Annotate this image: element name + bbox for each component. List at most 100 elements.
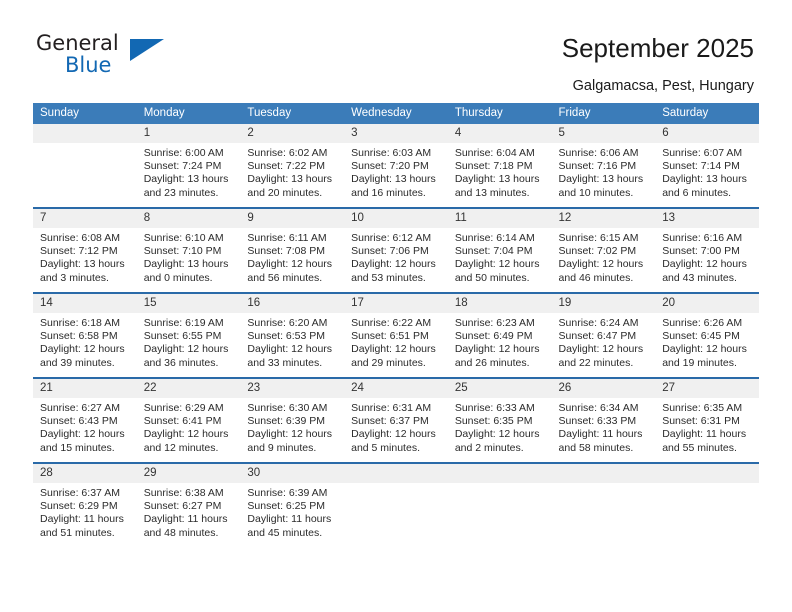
day-details: Sunrise: 6:10 AM Sunset: 7:10 PM Daylight:…	[137, 228, 241, 285]
calendar-table: Sunday Monday Tuesday Wednesday Thursday…	[33, 103, 759, 547]
calendar-day-cell[interactable]: 4 Sunrise: 6:04 AM Sunset: 7:18 PM Daylight…	[447, 124, 552, 208]
calendar-day-cell[interactable]: 14 Sunrise: 6:18 AM Sunset: 6:58 PM Dayligh…	[33, 292, 137, 378]
day-details: Sunrise: 6:08 AM Sunset: 7:12 PM Daylight:…	[33, 228, 137, 285]
calendar-empty-cell	[551, 462, 656, 547]
daylight-text-line2: and 29 minutes.	[351, 356, 426, 369]
sunset-text: Sunset: 6:41 PM	[143, 415, 222, 428]
sunrise-text: Sunrise: 6:27 AM	[40, 402, 120, 414]
calendar-day-cell[interactable]: 25 Sunrise: 6:33 AM Sunset: 6:35 PM Dayligh…	[447, 377, 552, 463]
sunrise-text: Sunrise: 6:39 AM	[247, 487, 328, 499]
calendar-day-cell[interactable]: 12 Sunrise: 6:15 AM Sunset: 7:02 PM Dayligh…	[551, 207, 656, 293]
calendar-week-row: 1 Sunrise: 6:00 AM Sunset: 7:24 PM Daylight…	[33, 124, 759, 208]
general-blue-logo[interactable]: General Blue	[36, 33, 186, 89]
calendar-day-cell[interactable]: 28 Sunrise: 6:37 AM Sunset: 6:29 PM Dayligh…	[33, 462, 137, 547]
daylight-text-line2: and 2 minutes.	[454, 441, 524, 454]
day-number: 6	[655, 124, 759, 143]
calendar-day-cell[interactable]: 30 Sunrise: 6:39 AM Sunset: 6:25 PM Dayligh…	[240, 462, 345, 547]
day-number	[344, 464, 448, 483]
sunrise-text: Sunrise: 6:23 AM	[454, 317, 535, 329]
sunset-text: Sunset: 7:16 PM	[558, 160, 637, 173]
calendar-day-cell[interactable]: 26 Sunrise: 6:34 AM Sunset: 6:33 PM Dayligh…	[551, 377, 656, 463]
calendar-day-cell[interactable]: 27 Sunrise: 6:35 AM Sunset: 6:31 PM Dayligh…	[655, 377, 759, 463]
day-details: Sunrise: 6:38 AM Sunset: 6:27 PM Daylight:…	[137, 483, 241, 540]
calendar-day-cell[interactable]: 15 Sunrise: 6:19 AM Sunset: 6:55 PM Dayligh…	[136, 292, 241, 378]
calendar-day-cell[interactable]: 21 Sunrise: 6:27 AM Sunset: 6:43 PM Dayligh…	[33, 377, 137, 463]
sunset-text: Sunset: 6:45 PM	[662, 330, 740, 343]
sunset-text: Sunset: 7:10 PM	[143, 245, 222, 258]
calendar-day-cell[interactable]: 7 Sunrise: 6:08 AM Sunset: 7:12 PM Daylight…	[33, 207, 137, 293]
daylight-text-line2: and 3 minutes.	[40, 271, 109, 284]
calendar-page: General Blue September 2025 Galgamacsa, …	[0, 0, 792, 612]
weekday-header-wednesday: Wednesday	[344, 103, 448, 124]
calendar-week-row: 14 Sunrise: 6:18 AM Sunset: 6:58 PM Dayligh…	[33, 292, 759, 378]
sunset-text: Sunset: 6:58 PM	[40, 330, 118, 343]
calendar-day-cell[interactable]: 29 Sunrise: 6:38 AM Sunset: 6:27 PM Dayligh…	[136, 462, 241, 547]
day-number: 17	[344, 294, 448, 313]
page-header: General Blue September 2025 Galgamacsa, …	[0, 0, 792, 95]
calendar-day-cell[interactable]: 13 Sunrise: 6:16 AM Sunset: 7:00 PM Dayligh…	[655, 207, 759, 293]
sunset-text: Sunset: 6:39 PM	[247, 415, 326, 428]
sunset-text: Sunset: 7:02 PM	[558, 245, 637, 258]
day-details: Sunrise: 6:19 AM Sunset: 6:55 PM Daylight:…	[137, 313, 241, 370]
calendar-day-cell[interactable]: 5 Sunrise: 6:06 AM Sunset: 7:16 PM Daylight…	[551, 124, 656, 208]
day-number: 16	[240, 294, 345, 313]
day-details: Sunrise: 6:12 AM Sunset: 7:06 PM Daylight:…	[344, 228, 448, 285]
calendar-day-cell[interactable]: 17 Sunrise: 6:22 AM Sunset: 6:51 PM Dayligh…	[344, 292, 448, 378]
day-number: 8	[136, 209, 241, 228]
sunrise-text: Sunrise: 6:31 AM	[351, 402, 432, 414]
calendar-day-cell[interactable]: 8 Sunrise: 6:10 AM Sunset: 7:10 PM Daylight…	[136, 207, 241, 293]
day-number: 3	[344, 124, 448, 143]
calendar-header-row: Sunday Monday Tuesday Wednesday Thursday…	[33, 103, 759, 124]
calendar-day-cell[interactable]: 6 Sunrise: 6:07 AM Sunset: 7:14 PM Daylight…	[655, 124, 759, 208]
daylight-text-line1: Daylight: 12 hours	[662, 343, 747, 356]
calendar-day-cell[interactable]: 16 Sunrise: 6:20 AM Sunset: 6:53 PM Dayligh…	[240, 292, 345, 378]
day-details: Sunrise: 6:07 AM Sunset: 7:14 PM Daylight:…	[655, 143, 759, 200]
sunrise-text: Sunrise: 6:03 AM	[351, 147, 432, 159]
daylight-text-line2: and 50 minutes.	[454, 271, 530, 284]
daylight-text-line2: and 45 minutes.	[247, 526, 323, 539]
sunrise-text: Sunrise: 6:18 AM	[40, 317, 120, 329]
daylight-text-line1: Daylight: 11 hours	[558, 428, 643, 441]
daylight-text-line1: Daylight: 12 hours	[40, 343, 125, 356]
calendar-week-row: 21 Sunrise: 6:27 AM Sunset: 6:43 PM Dayligh…	[33, 377, 759, 463]
daylight-text-line2: and 22 minutes.	[558, 356, 634, 369]
calendar-day-cell[interactable]: 3 Sunrise: 6:03 AM Sunset: 7:20 PM Daylight…	[344, 124, 448, 208]
calendar-empty-cell	[344, 462, 448, 547]
day-number: 7	[33, 209, 137, 228]
sunrise-text: Sunrise: 6:16 AM	[662, 232, 743, 244]
daylight-text-line1: Daylight: 12 hours	[143, 428, 229, 441]
day-details: Sunrise: 6:06 AM Sunset: 7:16 PM Daylight:…	[552, 143, 656, 200]
sunrise-text: Sunrise: 6:10 AM	[143, 232, 224, 244]
daylight-text-line2: and 26 minutes.	[454, 356, 530, 369]
daylight-text-line1: Daylight: 13 hours	[558, 173, 644, 186]
day-number: 12	[551, 209, 656, 228]
sunrise-text: Sunrise: 6:20 AM	[247, 317, 328, 329]
daylight-text-line1: Daylight: 13 hours	[662, 173, 747, 186]
calendar-day-cell[interactable]: 24 Sunrise: 6:31 AM Sunset: 6:37 PM Dayligh…	[344, 377, 448, 463]
calendar-day-cell[interactable]: 9 Sunrise: 6:11 AM Sunset: 7:08 PM Daylight…	[240, 207, 345, 293]
sunset-text: Sunset: 6:25 PM	[247, 500, 326, 513]
day-details: Sunrise: 6:27 AM Sunset: 6:43 PM Daylight:…	[33, 398, 137, 455]
sunset-text: Sunset: 6:43 PM	[40, 415, 118, 428]
calendar-day-cell[interactable]: 22 Sunrise: 6:29 AM Sunset: 6:41 PM Dayligh…	[136, 377, 241, 463]
daylight-text-line2: and 43 minutes.	[662, 271, 737, 284]
calendar-day-cell[interactable]: 1 Sunrise: 6:00 AM Sunset: 7:24 PM Daylight…	[136, 124, 241, 208]
day-details: Sunrise: 6:26 AM Sunset: 6:45 PM Daylight:…	[655, 313, 759, 370]
calendar-day-cell[interactable]: 20 Sunrise: 6:26 AM Sunset: 6:45 PM Dayligh…	[655, 292, 759, 378]
calendar-day-cell[interactable]: 23 Sunrise: 6:30 AM Sunset: 6:39 PM Dayligh…	[240, 377, 345, 463]
calendar-day-cell[interactable]: 11 Sunrise: 6:14 AM Sunset: 7:04 PM Dayligh…	[447, 207, 552, 293]
calendar-day-cell[interactable]: 18 Sunrise: 6:23 AM Sunset: 6:49 PM Dayligh…	[447, 292, 552, 378]
daylight-text-line1: Daylight: 12 hours	[247, 258, 333, 271]
calendar-day-cell[interactable]: 19 Sunrise: 6:24 AM Sunset: 6:47 PM Dayligh…	[551, 292, 656, 378]
day-number: 11	[447, 209, 552, 228]
day-details: Sunrise: 6:39 AM Sunset: 6:25 PM Daylight:…	[240, 483, 344, 540]
logo-divider	[126, 37, 129, 83]
calendar-empty-cell	[33, 124, 137, 208]
calendar-day-cell[interactable]: 2 Sunrise: 6:02 AM Sunset: 7:22 PM Daylight…	[240, 124, 345, 208]
sunset-text: Sunset: 7:24 PM	[143, 160, 222, 173]
sunset-text: Sunset: 7:04 PM	[454, 245, 533, 258]
day-number: 21	[33, 379, 137, 398]
calendar-day-cell[interactable]: 10 Sunrise: 6:12 AM Sunset: 7:06 PM Dayligh…	[344, 207, 448, 293]
daylight-text-line2: and 10 minutes.	[558, 186, 634, 199]
sunset-text: Sunset: 7:14 PM	[662, 160, 740, 173]
